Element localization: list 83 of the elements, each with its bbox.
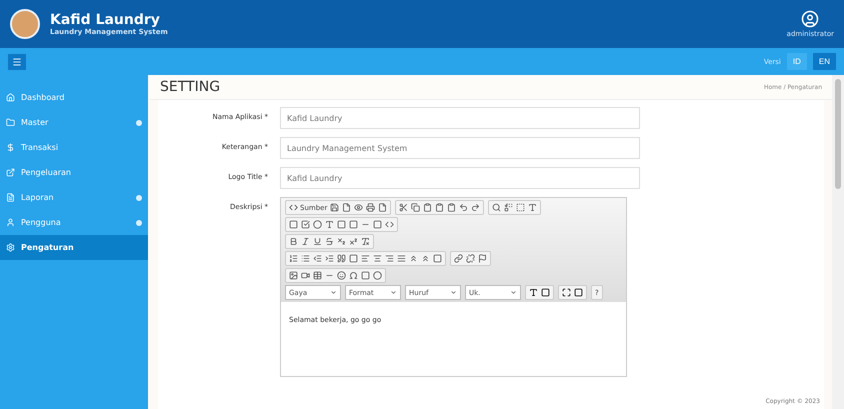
code-icon: [289, 203, 298, 212]
blocks-icon[interactable]: [574, 288, 583, 297]
submenu-dot-icon: [136, 220, 142, 226]
caret-icon: [390, 289, 397, 296]
page-title: SETTING: [160, 79, 222, 95]
toolbar-icon[interactable]: [528, 203, 538, 212]
scrollbar[interactable]: [832, 75, 844, 409]
sidebar-item[interactable]: Pengeluaran: [0, 160, 148, 185]
menu-item-icon: [6, 143, 15, 152]
menu-item-icon: [6, 243, 15, 252]
user-avatar-icon[interactable]: [801, 10, 820, 28]
text-color-icon[interactable]: [529, 288, 538, 297]
sidebar-item[interactable]: Pengaturan: [0, 235, 148, 260]
toolbar-icon[interactable]: [313, 237, 322, 246]
menu-item-icon: [6, 168, 15, 177]
toolbar-icon[interactable]: [423, 203, 432, 212]
caret-icon: [510, 289, 517, 296]
background-color-icon[interactable]: [541, 288, 550, 297]
toolbar-icon[interactable]: [385, 254, 394, 263]
toolbar-icon[interactable]: [373, 254, 382, 263]
toolbar-icon[interactable]: [337, 254, 346, 263]
toolbar-icon[interactable]: [313, 271, 322, 280]
toolbar-icon[interactable]: [504, 203, 514, 212]
menu-item-icon: [6, 218, 15, 227]
sidebar-item[interactable]: Pengguna: [0, 210, 148, 235]
maximize-icon[interactable]: [562, 288, 571, 297]
submenu-dot-icon: [136, 194, 142, 200]
toolbar-icon[interactable]: [411, 203, 420, 212]
menu-item-icon: [6, 193, 15, 202]
toolbar-icon[interactable]: [354, 203, 364, 212]
input-field[interactable]: Kafid Laundry: [280, 167, 640, 189]
language-button[interactable]: ID: [786, 53, 807, 70]
toolbar-icon[interactable]: [466, 254, 475, 263]
toolbar-icon[interactable]: [478, 254, 487, 263]
toolbar-icon[interactable]: [337, 237, 346, 246]
caret-icon: [450, 289, 457, 296]
toolbar-icon[interactable]: [289, 271, 298, 280]
toolbar-icon[interactable]: [330, 203, 340, 212]
menu-item-icon: [6, 93, 15, 102]
sidebar-item[interactable]: Laporan: [0, 185, 148, 210]
toolbar-icon[interactable]: [385, 220, 394, 229]
toolbar-icon[interactable]: [471, 203, 480, 212]
toolbar-icon[interactable]: [454, 254, 463, 263]
toolbar-icon[interactable]: [366, 203, 376, 212]
sidebar-item[interactable]: Dashboard: [0, 85, 148, 110]
submenu-dot-icon: [136, 120, 142, 126]
toolbar-icon[interactable]: [361, 237, 370, 246]
toolbar-icon[interactable]: [301, 271, 310, 280]
toolbar-icon[interactable]: [399, 203, 408, 212]
toolbar-icon[interactable]: [301, 237, 310, 246]
toolbar-icon[interactable]: [313, 220, 322, 229]
toolbar-icon[interactable]: [337, 271, 346, 280]
toolbar-icon[interactable]: [325, 220, 334, 229]
sidebar-item[interactable]: Master: [0, 110, 148, 135]
toolbar-icon[interactable]: [342, 203, 352, 212]
input-field[interactable]: Laundry Management System: [280, 137, 640, 159]
input-field[interactable]: Kafid Laundry: [280, 107, 640, 129]
language-button[interactable]: EN: [812, 53, 836, 70]
menu-item-icon: [6, 118, 15, 127]
toolbar-icon[interactable]: [435, 203, 444, 212]
logo-icon: [10, 9, 40, 39]
toolbar-icon[interactable]: [313, 254, 322, 263]
toolbar-icon[interactable]: [325, 254, 334, 263]
sidebar-item[interactable]: Transaksi: [0, 135, 148, 160]
toolbar-icon[interactable]: [397, 254, 406, 263]
app-name: Kafid Laundry: [50, 12, 161, 28]
toolbar-icon[interactable]: [361, 254, 370, 263]
toolbar-icon[interactable]: [301, 254, 310, 263]
toolbar-icon[interactable]: [289, 254, 298, 263]
toolbar-icon[interactable]: [516, 203, 526, 212]
toolbar-icon[interactable]: [459, 203, 468, 212]
caret-icon: [330, 289, 337, 296]
toolbar-icon[interactable]: [433, 254, 442, 263]
toolbar-icon[interactable]: [447, 203, 456, 212]
menu-button[interactable]: [8, 54, 26, 70]
toolbar-icon[interactable]: [421, 254, 430, 263]
toolbar-icon[interactable]: [349, 237, 358, 246]
menu-icon: [12, 56, 22, 66]
toolbar-icon[interactable]: [378, 203, 388, 212]
toolbar-icon[interactable]: [492, 203, 502, 212]
toolbar-icon[interactable]: [409, 254, 418, 263]
toolbar-icon[interactable]: [301, 220, 310, 229]
toolbar-icon[interactable]: [325, 237, 334, 246]
